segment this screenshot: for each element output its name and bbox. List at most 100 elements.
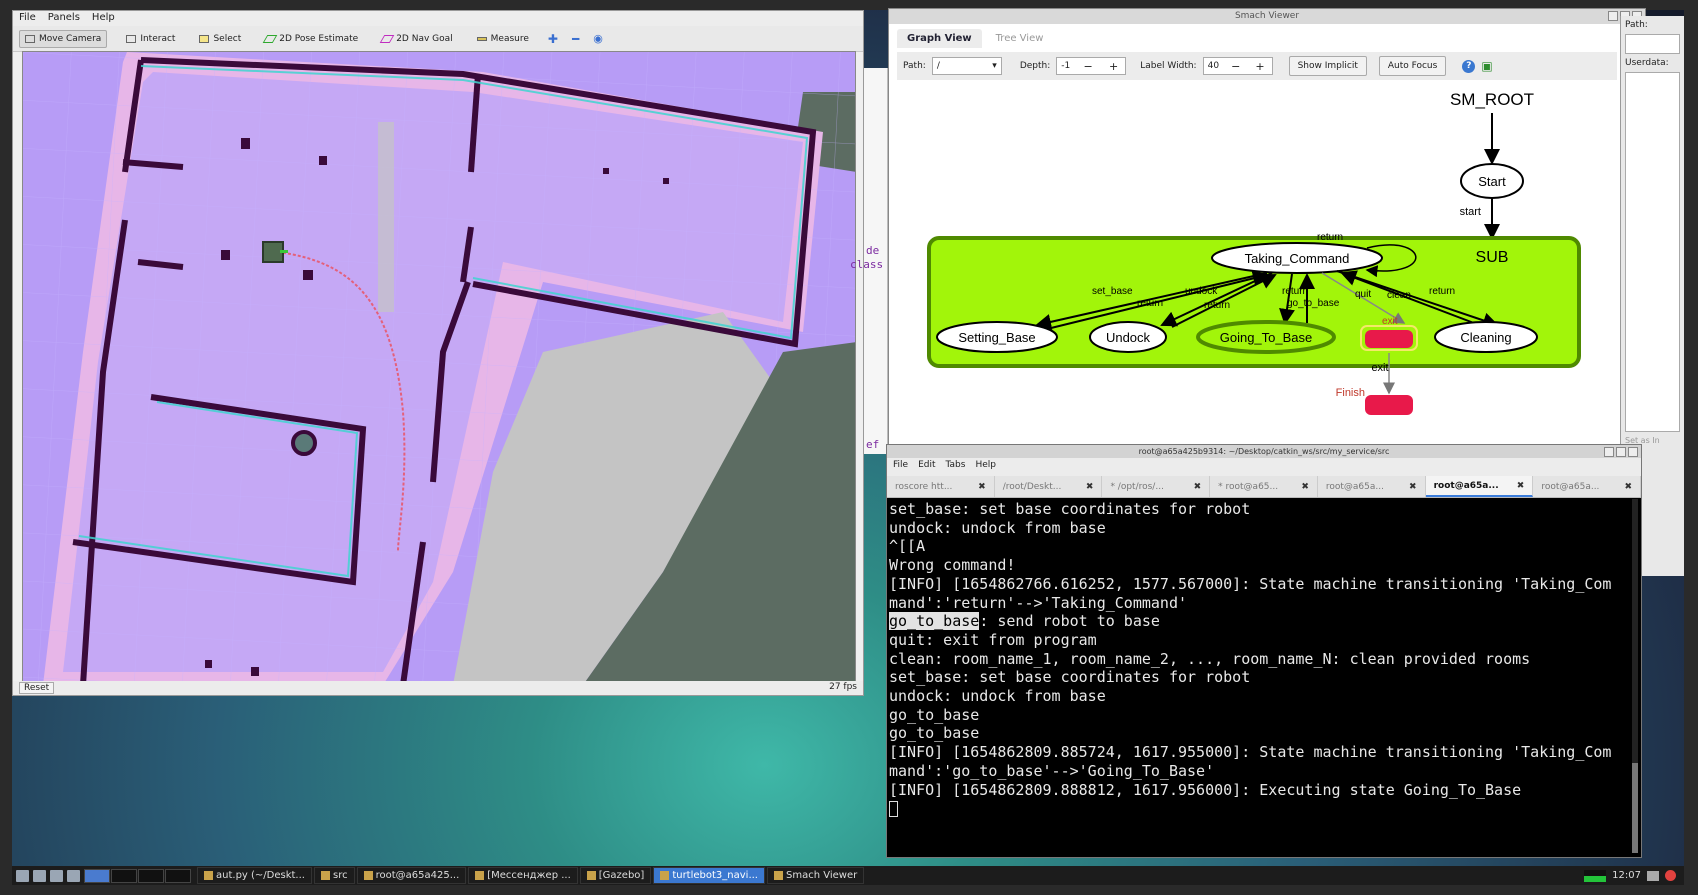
line-rest: : send robot to base <box>979 612 1160 631</box>
terminal-prompt <box>889 799 1625 818</box>
menu-icon[interactable] <box>16 869 29 882</box>
plus-icon[interactable]: + <box>1252 60 1267 73</box>
terminal-tab[interactable]: /root/Deskt... ✖ <box>995 476 1103 497</box>
select-tool[interactable]: Select <box>194 31 246 47</box>
measure-icon <box>476 36 487 41</box>
depth-spinner[interactable]: -1− + <box>1056 57 1127 75</box>
tab-tree-view[interactable]: Tree View <box>986 29 1054 48</box>
scrollbar-thumb[interactable] <box>1632 763 1638 853</box>
show-implicit-button[interactable]: Show Implicit <box>1288 56 1367 76</box>
taskbar-item[interactable]: Smach Viewer <box>766 867 865 884</box>
app-icon <box>773 871 783 880</box>
edge-label-go-to-base: go_to_base <box>1287 298 1340 309</box>
terminal-scrollbar[interactable] <box>1632 499 1638 853</box>
state-machine-graph[interactable]: SM_ROOT Start start SUB Taking_Command r… <box>897 83 1617 443</box>
save-icon[interactable]: ▣ <box>1481 59 1492 73</box>
minus-icon[interactable]: − <box>1081 60 1096 73</box>
close-icon[interactable]: ✖ <box>1194 482 1202 492</box>
terminal-window: root@a65a425b9314: ~/Desktop/catkin_ws/s… <box>886 444 1642 858</box>
workspace-3[interactable] <box>138 868 164 883</box>
close-icon[interactable] <box>1628 447 1638 457</box>
files-icon[interactable] <box>67 869 80 882</box>
taskbar-item[interactable]: turtlebot3_navi... <box>653 867 765 884</box>
nav-goal-tool[interactable]: 2D Nav Goal <box>377 31 457 47</box>
pose-estimate-tool[interactable]: 2D Pose Estimate <box>260 31 363 47</box>
close-icon[interactable]: ✖ <box>978 482 986 492</box>
menu-help[interactable]: Help <box>92 12 115 25</box>
sm-root-label: SM_ROOT <box>1450 90 1534 109</box>
code-editor-strip: de class ef <box>850 68 888 454</box>
menu-tabs[interactable]: Tabs <box>946 460 966 474</box>
tab-graph-view[interactable]: Graph View <box>897 29 982 48</box>
minus-icon[interactable]: − <box>1228 60 1243 73</box>
outcome-exit[interactable] <box>1365 330 1413 348</box>
remove-tool-icon[interactable]: ━ <box>572 32 579 46</box>
measure-tool[interactable]: Measure <box>472 31 534 47</box>
terminal-tab[interactable]: root@a65a... ✖ <box>1318 476 1426 497</box>
power-icon[interactable] <box>1665 870 1676 881</box>
path-select[interactable]: / ▾ <box>931 57 1002 75</box>
terminal-tab[interactable]: * /opt/ros/... ✖ <box>1102 476 1211 497</box>
taskbar-item[interactable]: root@a65a425... <box>356 867 467 884</box>
terminal-line: [INFO] [1654862809.885724, 1617.955000]:… <box>889 743 1612 762</box>
close-icon[interactable]: ✖ <box>1086 482 1094 492</box>
smach-tabs: Graph View Tree View <box>897 29 1053 48</box>
menu-file[interactable]: File <box>893 460 908 474</box>
plus-icon[interactable]: + <box>1106 60 1121 73</box>
rviz-window: File Panels Help Move Camera Interact Se… <box>12 10 864 696</box>
auto-focus-button[interactable]: Auto Focus <box>1378 56 1447 76</box>
taskbar-item[interactable]: src <box>313 867 355 884</box>
workspace-1[interactable] <box>84 868 110 883</box>
reset-button[interactable]: Reset <box>19 682 55 694</box>
app-icon <box>320 871 330 880</box>
clock[interactable]: 12:07 <box>1612 870 1641 881</box>
side-path-field[interactable] <box>1625 34 1680 54</box>
terminal-tab[interactable]: * root@a65... ✖ <box>1210 476 1318 497</box>
state-setting-base-label: Setting_Base <box>958 330 1035 345</box>
window-controls <box>1604 447 1638 457</box>
interact-tool[interactable]: Interact <box>121 31 180 47</box>
label-width-spinner[interactable]: 40− + <box>1202 57 1273 75</box>
outcome-finish[interactable] <box>1365 395 1413 415</box>
close-icon[interactable]: ✖ <box>1624 482 1632 492</box>
terminal-output[interactable]: set_base: set base coordinates for robot… <box>887 498 1627 856</box>
terminal-line: undock: undock from base <box>889 518 1106 537</box>
menu-file[interactable]: File <box>19 12 36 25</box>
depth-value: -1 <box>1061 61 1071 71</box>
minimize-icon[interactable] <box>1608 11 1618 21</box>
userdata-box[interactable] <box>1625 72 1680 432</box>
terminal-tab-label: root@a65a... <box>1541 481 1600 492</box>
help-icon[interactable]: ? <box>1462 59 1476 73</box>
maximize-icon[interactable] <box>1616 447 1626 457</box>
menu-help[interactable]: Help <box>975 460 996 474</box>
workspace-2[interactable] <box>111 868 137 883</box>
code-fragment: class <box>850 258 884 271</box>
workspace-switcher <box>84 868 191 883</box>
network-icon[interactable] <box>1647 870 1659 881</box>
edge-start-label: start <box>1460 206 1481 218</box>
side-userdata-label: Userdata: <box>1625 58 1669 68</box>
taskbar-item[interactable]: [Gazebo] <box>579 867 652 884</box>
menu-panels[interactable]: Panels <box>48 12 80 25</box>
close-icon[interactable]: ✖ <box>1301 482 1309 492</box>
browser-icon[interactable] <box>50 869 63 882</box>
nav-goal-icon <box>379 34 395 43</box>
menu-edit[interactable]: Edit <box>918 460 935 474</box>
app-icon <box>363 871 373 880</box>
workspace-4[interactable] <box>165 868 191 883</box>
close-icon[interactable]: ✖ <box>1409 482 1417 492</box>
app-icon <box>475 871 485 880</box>
close-icon[interactable]: ✖ <box>1517 481 1525 491</box>
move-camera-tool[interactable]: Move Camera <box>19 29 108 48</box>
terminal-tab[interactable]: roscore htt... ✖ <box>887 476 995 497</box>
terminal-tab-label: root@a65a... <box>1433 480 1499 491</box>
terminal-icon[interactable] <box>33 869 46 882</box>
minimize-icon[interactable] <box>1604 447 1614 457</box>
terminal-tab[interactable]: root@a65a... ✖ <box>1533 476 1642 497</box>
taskbar-item[interactable]: [Мессенджер ... <box>468 867 578 884</box>
add-tool-icon[interactable]: ✚ <box>548 32 558 46</box>
map-viewport[interactable] <box>22 51 856 684</box>
terminal-tab[interactable]: root@a65a... ✖ <box>1425 476 1534 497</box>
tool-properties-icon[interactable]: ◉ <box>593 32 603 45</box>
taskbar-item[interactable]: aut.py (~/Deskt... <box>197 867 312 884</box>
